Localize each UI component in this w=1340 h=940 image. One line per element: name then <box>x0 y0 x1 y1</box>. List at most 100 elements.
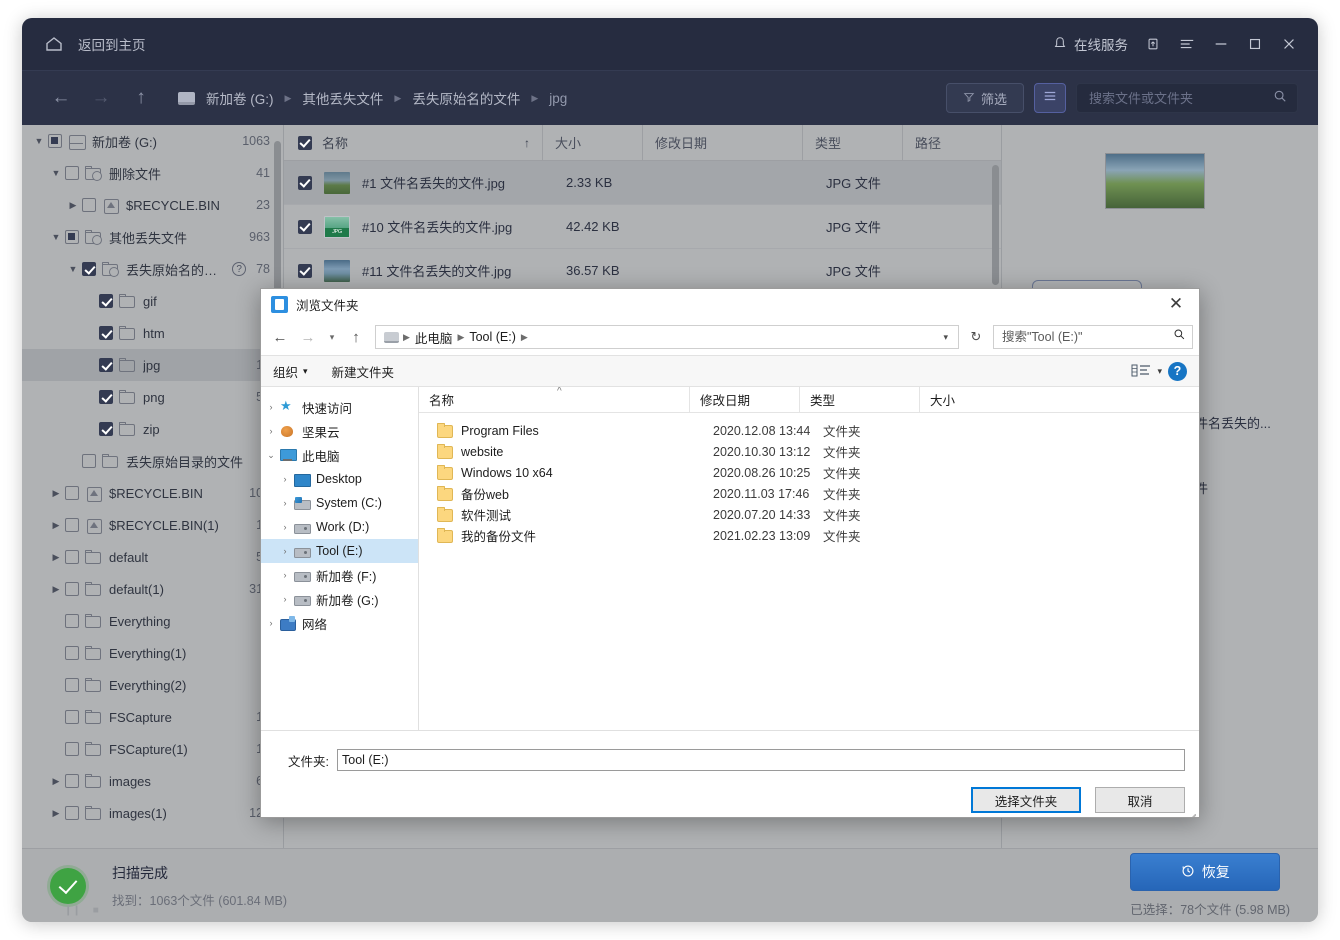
dialog-search-box[interactable] <box>993 325 1193 349</box>
tree-item-jpg[interactable]: jpg18 <box>22 349 284 381</box>
home-icon[interactable] <box>44 34 64 54</box>
tree-checkbox[interactable] <box>65 678 79 692</box>
column-header-size[interactable]: 大小 <box>542 125 642 160</box>
file-row[interactable]: #10 文件名丢失的文件.jpg 42.42 KB JPG 文件 <box>284 205 1002 249</box>
view-chevron-down-icon[interactable]: ▾ <box>1157 366 1162 377</box>
select-all-checkbox[interactable] <box>298 135 312 150</box>
tree-checkbox[interactable] <box>65 710 79 724</box>
dialog-back-button[interactable]: ← <box>267 324 293 350</box>
column-header-type[interactable]: 类型 <box>802 125 902 160</box>
chevron-down-icon[interactable]: ⌄ <box>263 450 279 461</box>
search-icon[interactable] <box>1173 328 1186 346</box>
dialog-list-row[interactable]: Windows 10 x64 2020.08.26 10:25 文件夹 <box>419 462 1199 483</box>
dialog-list-row[interactable]: 软件测试 2020.07.20 14:33 文件夹 <box>419 504 1199 525</box>
tree-checkbox[interactable] <box>65 582 79 596</box>
forward-button[interactable]: → <box>86 83 116 113</box>
file-row[interactable]: #1 文件名丢失的文件.jpg 2.33 KB JPG 文件 <box>284 161 1002 205</box>
tree-item-images[interactable]: ▶images63 <box>22 765 284 797</box>
minimize-icon[interactable] <box>1204 18 1238 70</box>
dialog-list-row[interactable]: Program Files 2020.12.08 13:44 文件夹 <box>419 420 1199 441</box>
tree-twisty-icon[interactable]: ▶ <box>47 520 65 531</box>
breadcrumb-item-3[interactable]: jpg <box>543 88 573 109</box>
tree-checkbox[interactable] <box>65 166 79 180</box>
dialog-close-button[interactable]: ✕ <box>1153 289 1199 319</box>
dialog-list-row[interactable]: website 2020.10.30 13:12 文件夹 <box>419 441 1199 462</box>
tree-checkbox[interactable] <box>99 390 113 404</box>
online-service-button[interactable]: 在线服务 <box>1045 18 1136 70</box>
resize-grip[interactable] <box>1186 814 1196 817</box>
home-label[interactable]: 返回到主页 <box>78 34 146 54</box>
organize-button[interactable]: 组织 ▾ <box>261 356 320 386</box>
tree-checkbox[interactable] <box>65 774 79 788</box>
back-button[interactable]: ← <box>46 83 76 113</box>
dialog-nav-item[interactable]: › 坚果云 <box>261 419 418 443</box>
tree-checkbox[interactable] <box>65 486 79 500</box>
tree-checkbox[interactable] <box>65 550 79 564</box>
tree-checkbox[interactable] <box>99 294 113 308</box>
tree-twisty-icon[interactable]: ▶ <box>47 488 65 499</box>
tree-checkbox[interactable] <box>82 198 96 212</box>
chevron-right-icon[interactable]: › <box>263 618 279 628</box>
dialog-column-size[interactable]: 大小 <box>919 387 1199 412</box>
tree-item-[interactable]: ▼ 丢失原始名的文件? 78 <box>22 253 284 285</box>
row-checkbox[interactable] <box>298 263 312 278</box>
dialog-search-input[interactable] <box>1000 329 1173 345</box>
dialog-path-bar[interactable]: ▶ 此电脑 ▶ Tool (E:) ▶ ▾ <box>375 325 959 349</box>
dialog-nav-item[interactable]: › System (C:) <box>261 491 418 515</box>
help-button[interactable]: ? <box>1168 361 1187 381</box>
tree-item-everything(1)[interactable]: Everything(1)4 <box>22 637 284 669</box>
pause-icon[interactable]: ❙❙ <box>64 905 81 916</box>
tree-twisty-icon[interactable]: ▶ <box>47 776 65 787</box>
tree-item-images(1)[interactable]: ▶images(1)128 <box>22 797 284 829</box>
dialog-nav-item[interactable]: ⌄ 此电脑 <box>261 443 418 467</box>
new-folder-button[interactable]: 新建文件夹 <box>320 356 407 386</box>
file-list-scrollbar[interactable] <box>992 165 999 285</box>
tree-item-[interactable]: ▼ 删除文件 41 <box>22 157 284 189</box>
dialog-history-chevron-down-icon[interactable]: ▾ <box>323 324 341 350</box>
tree-item-recyclebin(1)[interactable]: ▶$RECYCLE.BIN(1)13 <box>22 509 284 541</box>
tree-twisty-icon[interactable]: ▼ <box>64 264 82 274</box>
breadcrumb-item-0[interactable]: 新加卷 (G:) <box>200 85 280 111</box>
tree-checkbox[interactable] <box>65 646 79 660</box>
upgrade-icon[interactable] <box>1136 18 1170 70</box>
tree-twisty-icon[interactable]: ▼ <box>47 232 65 242</box>
tree-checkbox[interactable] <box>65 742 79 756</box>
column-header-path[interactable]: 路径 <box>902 125 1002 160</box>
tree-item-recyclebin[interactable]: ▶ $RECYCLE.BIN 23 <box>22 189 284 221</box>
chevron-right-icon[interactable]: › <box>263 402 279 412</box>
tree-checkbox[interactable] <box>48 134 62 148</box>
tree-item-htm[interactable]: htm1 <box>22 317 284 349</box>
select-folder-button[interactable]: 选择文件夹 <box>971 787 1081 813</box>
column-header-name[interactable]: 名称 ↑ <box>284 125 542 160</box>
folder-path-input[interactable] <box>337 749 1185 771</box>
dialog-up-button[interactable]: ↑ <box>343 324 369 350</box>
tree-checkbox[interactable] <box>99 358 113 372</box>
close-icon[interactable] <box>1272 18 1306 70</box>
tree-twisty-icon[interactable]: ▼ <box>30 136 48 146</box>
tree-twisty-icon[interactable]: ▶ <box>47 584 65 595</box>
tree-twisty-icon[interactable]: ▶ <box>47 552 65 563</box>
dialog-nav-item[interactable]: › 新加卷 (G:) <box>261 587 418 611</box>
tree-scrollbar[interactable] <box>274 141 281 299</box>
tree-item-gif[interactable]: gif1 <box>22 285 284 317</box>
breadcrumb-item-2[interactable]: 丢失原始名的文件 <box>406 85 526 111</box>
dialog-column-date[interactable]: 修改日期 <box>689 387 799 412</box>
row-checkbox[interactable] <box>298 219 312 234</box>
column-header-date[interactable]: 修改日期 <box>642 125 802 160</box>
tree-item-everything(2)[interactable]: Everything(2)8 <box>22 669 284 701</box>
tree-item-default[interactable]: ▶default54 <box>22 541 284 573</box>
tree-item-[interactable]: ▼ 其他丢失文件 963 <box>22 221 284 253</box>
tree-checkbox[interactable] <box>82 262 96 276</box>
file-row[interactable]: #11 文件名丢失的文件.jpg 36.57 KB JPG 文件 <box>284 249 1002 293</box>
dialog-column-type[interactable]: 类型 <box>799 387 919 412</box>
chevron-right-icon[interactable]: › <box>277 570 293 580</box>
list-view-button[interactable] <box>1034 83 1066 113</box>
dialog-nav-item[interactable]: › 快速访问 <box>261 395 418 419</box>
row-checkbox[interactable] <box>298 175 312 190</box>
search-input[interactable] <box>1087 89 1273 107</box>
tree-item-everything[interactable]: Everything3 <box>22 605 284 637</box>
folder-tree-pane[interactable]: ▼ 新加卷 (G:) 1063 ▼ 删除文件 41 ▶ $RECYCLE.BIN 23 ▼ 其他丢失… <box>22 125 284 848</box>
dialog-list-row[interactable]: 备份web 2020.11.03 17:46 文件夹 <box>419 483 1199 504</box>
dialog-path-chevron-down-icon[interactable]: ▾ <box>937 332 954 343</box>
help-icon[interactable]: ? <box>232 262 247 276</box>
